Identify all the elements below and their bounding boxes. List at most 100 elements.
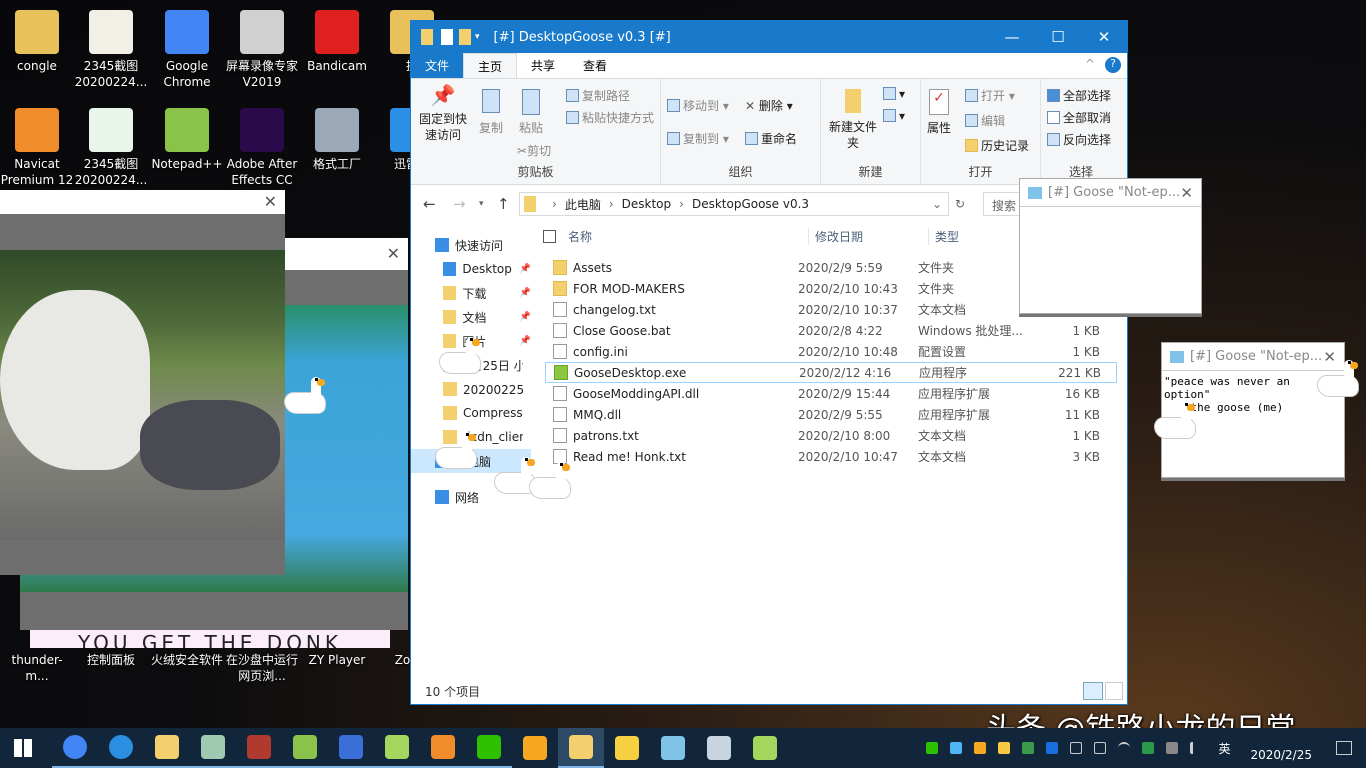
goose-sprite[interactable] (495, 457, 535, 495)
goose-sprite[interactable] (1155, 402, 1195, 440)
quick-access-dropdown-icon[interactable]: ▾ (475, 32, 480, 42)
history-button[interactable]: 历史记录 (965, 137, 1029, 154)
wechat-tray-icon[interactable] (926, 742, 939, 754)
meme-window-1[interactable]: ✕ (0, 190, 285, 575)
battery-icon[interactable] (1094, 742, 1107, 754)
taskbar-navicat[interactable] (420, 728, 466, 768)
close-icon[interactable]: ✕ (1323, 348, 1336, 366)
recent-locations-icon[interactable]: ▾ (479, 199, 484, 209)
window-titlebar[interactable]: ✕ (0, 190, 285, 214)
taskbar-chrome[interactable] (52, 728, 98, 768)
file-row[interactable]: GooseDesktop.exe 2020/2/12 4:16 应用程序 221 KB (545, 362, 1117, 383)
wifi-icon[interactable] (1118, 742, 1131, 754)
select-none-button[interactable]: 全部取消 (1047, 109, 1111, 126)
nav-item[interactable]: 20200225临 (411, 377, 531, 401)
breadcrumb-this-pc[interactable]: 此电脑 (565, 196, 601, 213)
chevron-down-icon[interactable]: ⌄ (932, 197, 942, 211)
file-row[interactable]: GooseModdingAPI.dll 2020/2/9 15:44 应用程序扩展 1… (545, 383, 1117, 404)
taskbar-huorong[interactable] (512, 728, 558, 768)
refresh-button[interactable]: ↻ (955, 197, 965, 211)
breadcrumb-desktop[interactable]: Desktop (622, 197, 672, 211)
notification-icon[interactable] (1336, 741, 1352, 755)
download-tray-icon[interactable] (1022, 742, 1035, 754)
desktop-icon[interactable]: 在沙盘中运行网页浏... (225, 652, 299, 684)
up-button[interactable]: ↑ (497, 195, 510, 213)
goose-sprite[interactable] (530, 462, 570, 500)
desktop-icon[interactable]: Navicat Premium 12 (0, 108, 74, 188)
copy-button[interactable]: 复制 (479, 89, 503, 136)
close-icon[interactable]: ✕ (1180, 184, 1193, 202)
close-icon[interactable]: ✕ (264, 192, 277, 211)
pin-icon[interactable]: 📌 (520, 288, 531, 298)
address-bar[interactable]: › 此电脑 › Desktop › DesktopGoose v0.3 ⌄ (519, 192, 949, 216)
select-all-checkbox[interactable] (543, 229, 556, 243)
pin-icon[interactable]: 📌 (520, 264, 531, 274)
tab-home[interactable]: 主页 (463, 53, 518, 78)
properties-icon[interactable] (441, 29, 453, 45)
file-explorer-window[interactable]: ▾ [#] DesktopGoose v0.3 [#] — ☐ ✕ 文件 主页 … (410, 20, 1128, 705)
delete-button[interactable]: ✕ 删除 ▾ (745, 97, 793, 114)
volume-icon[interactable] (1190, 742, 1202, 754)
nav-item[interactable]: Compresse (411, 401, 531, 425)
desktop-icon[interactable]: Bandicam (300, 10, 374, 74)
file-row[interactable]: MMQ.dll 2020/2/9 5:55 应用程序扩展 11 KB (545, 404, 1117, 425)
forward-button[interactable]: → (453, 195, 466, 213)
start-button[interactable] (0, 728, 46, 768)
paste-shortcut-button[interactable]: 粘贴快捷方式 (566, 109, 654, 126)
taskbar-notepad-plus[interactable] (282, 728, 328, 768)
notepad-window-1[interactable]: [#] Goose "Not-ep... ✕ (1019, 178, 1202, 314)
window-titlebar[interactable]: ✕ (285, 238, 408, 270)
tab-view[interactable]: 查看 (569, 53, 621, 78)
details-view-button[interactable] (1083, 682, 1103, 700)
file-row[interactable]: Read me! Honk.txt 2020/2/10 10:47 文本文档 3 KB (545, 446, 1117, 467)
bluetooth-icon[interactable] (1046, 742, 1059, 754)
goose-sprite[interactable] (285, 377, 325, 415)
huorong-tray-icon[interactable] (974, 742, 987, 754)
nav-item[interactable]: 快速访问 (411, 233, 531, 257)
clock-date[interactable]: 2020/2/25 (1250, 748, 1312, 762)
usb-icon[interactable] (1070, 742, 1083, 754)
nav-item[interactable]: 文档 📌 (411, 305, 531, 329)
ime-indicator[interactable]: 英 (1218, 740, 1230, 757)
defender-icon[interactable] (1142, 742, 1155, 754)
desktop-icon[interactable]: 2345截图 20200224... (74, 108, 148, 188)
copy-path-button[interactable]: 复制路径 (566, 87, 630, 104)
desktop-icon[interactable]: 2345截图 20200224... (74, 10, 148, 90)
file-row[interactable]: config.ini 2020/2/10 10:48 配置设置 1 KB (545, 341, 1117, 362)
desktop-icon[interactable]: thunder-m... (0, 652, 74, 684)
properties-button[interactable]: ✓ 属性 (927, 89, 951, 136)
taskbar-app[interactable] (190, 728, 236, 768)
easy-access-button[interactable]: ▾ (883, 109, 905, 123)
pin-icon[interactable]: 📌 (520, 336, 531, 346)
desktop-icon[interactable]: 火绒安全软件 (150, 652, 224, 668)
taskbar-file-explorer[interactable] (144, 728, 190, 768)
new-folder-icon[interactable] (459, 29, 471, 45)
nav-item[interactable]: 下载 📌 (411, 281, 531, 305)
goose-sprite[interactable] (436, 432, 476, 470)
column-date[interactable]: 修改日期 (808, 227, 928, 245)
nav-item[interactable]: Desktop 📌 (411, 257, 531, 281)
close-button[interactable]: ✕ (1081, 28, 1127, 46)
window-titlebar[interactable]: ▾ [#] DesktopGoose v0.3 [#] — ☐ ✕ (411, 21, 1127, 53)
invert-selection-button[interactable]: 反向选择 (1047, 131, 1111, 148)
desktop-icon[interactable]: 控制面板 (74, 652, 148, 668)
taskbar-app-yellow[interactable] (604, 728, 650, 768)
taskbar-file-explorer-active[interactable] (558, 728, 604, 768)
select-all-button[interactable]: 全部选择 (1047, 87, 1111, 104)
desktop-icon[interactable]: Google Chrome (150, 10, 224, 90)
paste-button[interactable]: 粘贴 (519, 89, 543, 136)
help-icon[interactable]: ? (1105, 57, 1121, 73)
move-to-button[interactable]: 移动到 ▾ (667, 97, 729, 114)
copy-to-button[interactable]: 复制到 ▾ (667, 130, 729, 147)
app-tray-icon[interactable] (950, 742, 963, 754)
taskbar-goose[interactable] (742, 728, 788, 768)
pizza-tray-icon[interactable] (998, 742, 1011, 754)
new-folder-button[interactable]: 新建文件夹 (829, 89, 877, 151)
taskbar-app-green[interactable] (374, 728, 420, 768)
notepad-text[interactable] (1020, 207, 1201, 215)
rename-button[interactable]: 重命名 (745, 130, 797, 147)
cut-button[interactable]: ✂剪切 (517, 142, 551, 159)
taskbar-ie[interactable] (98, 728, 144, 768)
desktop-icon[interactable]: Notepad++ (150, 108, 224, 172)
breadcrumb-current[interactable]: DesktopGoose v0.3 (692, 197, 932, 211)
